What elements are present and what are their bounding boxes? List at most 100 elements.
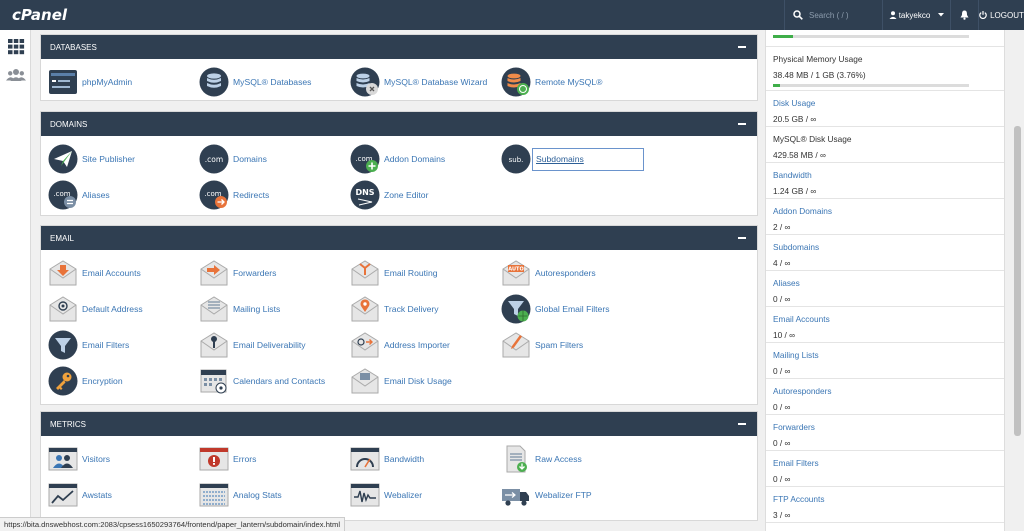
top-bar-right: takyekco LOGOUT — [784, 0, 1024, 30]
stat-email-filters[interactable]: Email Filters 0 / ∞ — [766, 451, 1004, 487]
stat-value: 0 / ∞ — [773, 402, 791, 412]
site-publisher-link[interactable]: Site Publisher — [41, 143, 191, 175]
domain-com-icon: .com — [199, 144, 229, 174]
left-rail — [0, 30, 31, 531]
stat-label[interactable]: Forwarders — [773, 422, 1004, 432]
forwarders-link[interactable]: Forwarders — [192, 257, 342, 289]
metrics-header[interactable]: METRICS — [41, 412, 757, 436]
stat-label[interactable]: Aliases — [773, 278, 1004, 288]
item-label: Spam Filters — [535, 340, 584, 350]
stat-bandwidth[interactable]: Bandwidth 1.24 GB / ∞ — [766, 163, 1004, 199]
subdomains-link[interactable]: sub. Subdomains — [494, 143, 644, 175]
stat-label[interactable]: Addon Domains — [773, 206, 1004, 216]
aliases-link[interactable]: .com Aliases — [41, 179, 191, 211]
track-delivery-link[interactable]: Track Delivery — [343, 293, 493, 325]
address-importer-link[interactable]: Address Importer — [343, 329, 493, 361]
item-label: Domains — [233, 154, 267, 164]
item-label: Bandwidth — [384, 454, 425, 464]
stat-addon-domains[interactable]: Addon Domains 2 / ∞ — [766, 199, 1004, 235]
search-box[interactable] — [784, 0, 882, 30]
data-table-icon — [199, 483, 229, 507]
users-icon[interactable] — [6, 66, 26, 84]
logout-button[interactable]: LOGOUT — [978, 0, 1024, 30]
stat-autoresponders[interactable]: Autoresponders 0 / ∞ — [766, 379, 1004, 415]
stat-ftp-accounts[interactable]: FTP Accounts 3 / ∞ — [766, 487, 1004, 523]
mysql-databases-link[interactable]: MySQL® Databases — [192, 66, 342, 98]
stat-mailing-lists[interactable]: Mailing Lists 0 / ∞ — [766, 343, 1004, 379]
envelope-pin-icon — [351, 296, 379, 322]
addon-domain-icon: .com — [350, 144, 380, 174]
collapse-icon[interactable] — [738, 123, 746, 125]
calendar-icon — [200, 369, 227, 394]
item-label: MySQL® Databases — [233, 77, 312, 87]
databases-header[interactable]: DATABASES — [41, 35, 757, 59]
page-scrollbar[interactable] — [1011, 30, 1024, 531]
remote-mysql-link[interactable]: Remote MySQL® — [494, 66, 644, 98]
phpmyadmin-link[interactable]: phpMyAdmin — [41, 66, 191, 98]
encryption-link[interactable]: Encryption — [41, 365, 191, 397]
item-label: MySQL® Database Wizard — [384, 77, 488, 87]
email-routing-link[interactable]: Email Routing — [343, 257, 493, 289]
stat-label[interactable]: Mailing Lists — [773, 350, 1004, 360]
mailing-lists-link[interactable]: Mailing Lists — [192, 293, 342, 325]
errors-link[interactable]: Errors — [192, 443, 342, 475]
spam-filters-link[interactable]: Spam Filters — [494, 329, 644, 361]
search-input[interactable] — [809, 10, 879, 20]
stat-label[interactable]: Autoresponders — [773, 386, 1004, 396]
stat-label[interactable]: Bandwidth — [773, 170, 1004, 180]
user-menu[interactable]: takyekco — [882, 0, 950, 30]
envelope-routing-icon — [351, 260, 379, 286]
addon-domains-link[interactable]: .com Addon Domains — [343, 143, 493, 175]
email-accounts-link[interactable]: Email Accounts — [41, 257, 191, 289]
collapse-icon[interactable] — [738, 46, 746, 48]
stat-label[interactable]: FTP Accounts — [773, 494, 1004, 504]
item-label: Analog Stats — [233, 490, 282, 500]
domains-header[interactable]: DOMAINS — [41, 112, 757, 136]
mysql-database-wizard-link[interactable]: MySQL® Database Wizard — [343, 66, 493, 98]
stat-label[interactable]: Subdomains — [773, 242, 1004, 252]
database-icon — [199, 67, 229, 97]
global-email-filters-link[interactable]: Global Email Filters — [494, 293, 644, 325]
calendars-and-contacts-link[interactable]: Calendars and Contacts — [192, 365, 342, 397]
stat-email-accounts[interactable]: Email Accounts 10 / ∞ — [766, 307, 1004, 343]
item-label: Encryption — [82, 376, 123, 386]
stat-aliases[interactable]: Aliases 0 / ∞ — [766, 271, 1004, 307]
email-filters-link[interactable]: Email Filters — [41, 329, 191, 361]
autoresponders-link[interactable]: AUTO Autoresponders — [494, 257, 644, 289]
analog-stats-link[interactable]: Analog Stats — [192, 479, 342, 511]
domains-link[interactable]: .com Domains — [192, 143, 342, 175]
memory-bar — [773, 84, 969, 87]
raw-access-link[interactable]: Raw Access — [494, 443, 644, 475]
stat-label[interactable]: Disk Usage — [773, 98, 1004, 108]
default-address-link[interactable]: Default Address — [41, 293, 191, 325]
awstats-link[interactable]: Awstats — [41, 479, 191, 511]
webalizer-ftp-link[interactable]: Webalizer FTP — [494, 479, 644, 511]
stat-forwarders[interactable]: Forwarders 0 / ∞ — [766, 415, 1004, 451]
zone-editor-link[interactable]: DNS Zone Editor — [343, 179, 493, 211]
stat-label[interactable]: Email Accounts — [773, 314, 1004, 324]
visitors-link[interactable]: Visitors — [41, 443, 191, 475]
collapse-icon[interactable] — [738, 423, 746, 425]
stat-subdomains[interactable]: Subdomains 4 / ∞ — [766, 235, 1004, 271]
email-header[interactable]: EMAIL — [41, 226, 757, 250]
bell-icon — [960, 10, 969, 20]
notifications-button[interactable] — [950, 0, 978, 30]
collapse-icon[interactable] — [738, 237, 746, 239]
webalizer-link[interactable]: Webalizer — [343, 479, 493, 511]
redirects-link[interactable]: .com Redirects — [192, 179, 342, 211]
scrollbar-thumb[interactable] — [1014, 126, 1021, 436]
stat-label: Physical Memory Usage — [773, 54, 863, 64]
database-wizard-icon — [350, 67, 380, 97]
stat-disk-usage[interactable]: Disk Usage 20.5 GB / ∞ — [766, 91, 1004, 127]
phpmyadmin-icon — [49, 70, 77, 94]
bandwidth-link[interactable]: Bandwidth — [343, 443, 493, 475]
line-chart-icon — [48, 483, 78, 507]
item-label: Calendars and Contacts — [233, 376, 326, 386]
grid-icon[interactable] — [6, 38, 26, 56]
email-disk-usage-link[interactable]: Email Disk Usage — [343, 365, 493, 397]
stat-label[interactable]: Email Filters — [773, 458, 1004, 468]
cpanel-logo[interactable]: cPanel — [12, 6, 67, 24]
email-deliverability-link[interactable]: Email Deliverability — [192, 329, 342, 361]
item-label: Email Accounts — [82, 268, 141, 278]
logout-icon — [979, 11, 987, 19]
